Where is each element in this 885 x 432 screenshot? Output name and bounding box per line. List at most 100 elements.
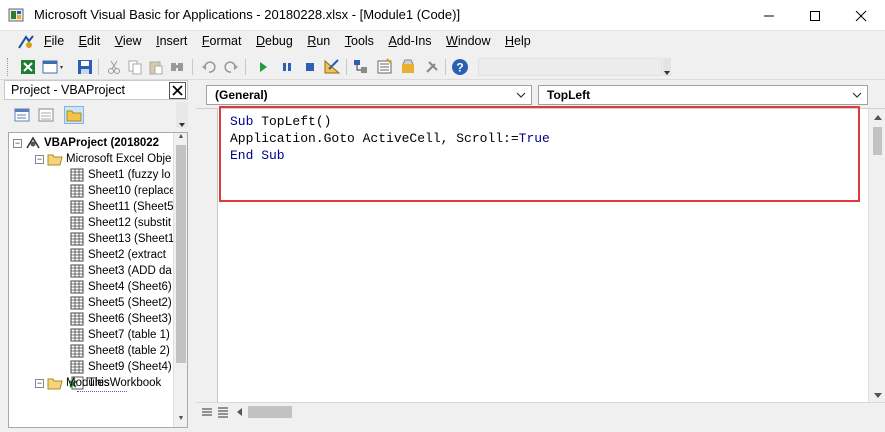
reset-button[interactable]: [301, 58, 319, 76]
toolbar-grip[interactable]: [7, 58, 10, 76]
close-button[interactable]: [838, 0, 884, 31]
project-explorer-icon: [354, 60, 367, 73]
full-module-view-button[interactable]: [216, 405, 230, 419]
cut-icon: [108, 60, 120, 74]
collapse-toggle[interactable]: −: [35, 378, 44, 388]
editor-horizontal-scrollbar[interactable]: [196, 402, 885, 420]
project-toolbar-overflow[interactable]: [176, 102, 188, 128]
tree-node-sheet[interactable]: Sheet2 (extract: [69, 247, 166, 263]
tree-node-sheet[interactable]: Sheet6 (Sheet3): [69, 311, 172, 327]
tree-node-sheet[interactable]: Sheet9 (Sheet4): [69, 359, 172, 375]
redo-icon: [224, 61, 238, 73]
menu-add-ins[interactable]: Add-Ins: [388, 34, 431, 48]
menu-file[interactable]: File: [44, 34, 64, 48]
tree-node-label: VBAProject (2018022: [44, 137, 160, 149]
project-pane-toolbar: [4, 102, 188, 128]
tree-node-sheet[interactable]: Sheet5 (Sheet2): [69, 295, 172, 311]
tree-node-label: Sheet13 (Sheet1: [88, 233, 175, 245]
menu-view[interactable]: View: [115, 34, 142, 48]
code-line: Application.Goto ActiveCell, Scroll:=Tru…: [230, 131, 550, 146]
find-icon: [171, 63, 183, 71]
scroll-thumb[interactable]: [248, 406, 292, 418]
tree-node-sheet[interactable]: Sheet11 (Sheet5: [69, 199, 173, 215]
vba-system-menu-icon[interactable]: [17, 34, 35, 50]
menu-bar: File Edit View Insert Format Debug Run T…: [0, 31, 885, 78]
menu-tools[interactable]: Tools: [345, 34, 374, 48]
tree-node-sheet[interactable]: Sheet3 (ADD da: [69, 263, 172, 279]
paste-button[interactable]: [147, 58, 165, 76]
properties-button[interactable]: [376, 58, 394, 76]
menu-run[interactable]: Run: [307, 34, 330, 48]
scroll-thumb[interactable]: [176, 145, 186, 363]
editor-vertical-scrollbar[interactable]: [868, 109, 885, 403]
tree-node-sheet[interactable]: Sheet7 (table 1): [69, 327, 170, 343]
view-code-button[interactable]: [12, 106, 32, 124]
save-button[interactable]: [76, 58, 94, 76]
tree-node-label: Sheet4 (Sheet6): [88, 281, 172, 293]
menu-debug[interactable]: Debug: [256, 34, 293, 48]
menu-help[interactable]: Help: [505, 34, 531, 48]
tree-node-modules[interactable]: − Modules: [35, 375, 109, 391]
procedure-combo[interactable]: TopLeft: [538, 85, 868, 105]
tree-node-sheet[interactable]: Sheet8 (table 2): [69, 343, 170, 359]
tree-node-sheet[interactable]: Sheet13 (Sheet1: [69, 231, 174, 247]
code-editor[interactable]: Sub TopLeft() Application.Goto ActiveCell…: [196, 106, 885, 403]
procedure-combo-dropdown[interactable]: [851, 88, 863, 102]
margin-indicator-bar[interactable]: [196, 109, 218, 403]
view-excel-button[interactable]: [19, 58, 37, 76]
full-module-view-icon: [218, 407, 228, 418]
menu-insert[interactable]: Insert: [156, 34, 187, 48]
scroll-up-arrow[interactable]: [869, 109, 885, 125]
worksheet-icon: [69, 216, 85, 230]
maximize-button[interactable]: [792, 0, 838, 31]
tree-node-sheet[interactable]: Sheet4 (Sheet6): [69, 279, 172, 295]
copy-button[interactable]: [126, 58, 144, 76]
tree-node-vbaproject[interactable]: − VBAProject (2018022: [13, 135, 159, 151]
worksheet-icon: [69, 328, 85, 342]
redo-button[interactable]: [222, 58, 240, 76]
menu-edit[interactable]: Edit: [79, 34, 101, 48]
help-button[interactable]: ?: [451, 58, 469, 76]
toggle-folders-button[interactable]: [64, 106, 84, 124]
project-pane-close-button[interactable]: [169, 82, 186, 99]
undo-button[interactable]: [200, 58, 218, 76]
menu-format[interactable]: Format: [202, 34, 242, 48]
tree-node-sheet[interactable]: Sheet12 (substit: [69, 215, 171, 231]
view-object-button[interactable]: [36, 106, 56, 124]
design-mode-button[interactable]: [323, 58, 341, 76]
object-combo-value: (General): [215, 88, 268, 102]
view-object-icon: [38, 108, 54, 122]
find-button[interactable]: [168, 58, 186, 76]
tree-node-excel-objects[interactable]: − Microsoft Excel Obje: [35, 151, 171, 167]
tree-node-sheet[interactable]: Sheet1 (fuzzy lo: [69, 167, 170, 183]
menu-window[interactable]: Window: [446, 34, 490, 48]
project-explorer-button[interactable]: [352, 58, 370, 76]
worksheet-icon: [69, 360, 85, 374]
cut-button[interactable]: [105, 58, 123, 76]
procedure-view-button[interactable]: [200, 405, 214, 419]
scroll-down-arrow[interactable]: [869, 387, 885, 403]
object-browser-button[interactable]: [399, 58, 417, 76]
scroll-thumb[interactable]: [873, 127, 882, 155]
project-pane-title-bar: Project - VBAProject: [4, 80, 188, 100]
code-text[interactable]: Sub TopLeft() Application.Goto ActiveCell…: [230, 113, 550, 164]
insert-module-button[interactable]: [41, 58, 67, 76]
scroll-up-arrow[interactable]: ▲: [174, 133, 187, 145]
project-tree-vertical-scrollbar[interactable]: ▲ ▼: [173, 133, 187, 427]
run-button[interactable]: [254, 58, 272, 76]
tree-node-label: Sheet7 (table 1): [88, 329, 170, 341]
scroll-down-arrow[interactable]: ▼: [174, 415, 187, 427]
toolbox-button[interactable]: [423, 58, 441, 76]
procedure-combo-value: TopLeft: [547, 88, 591, 102]
break-button[interactable]: [278, 58, 296, 76]
object-combo[interactable]: (General): [206, 85, 532, 105]
scroll-left-arrow[interactable]: [232, 405, 246, 419]
collapse-toggle[interactable]: −: [35, 154, 44, 164]
toolbar-options-button[interactable]: [663, 58, 671, 76]
collapse-toggle[interactable]: −: [13, 138, 22, 148]
minimize-button[interactable]: [746, 0, 792, 31]
tree-node-sheet[interactable]: Sheet10 (replace: [69, 183, 176, 199]
object-combo-dropdown[interactable]: [515, 88, 527, 102]
save-icon: [78, 60, 92, 74]
help-icon: ?: [452, 59, 468, 75]
